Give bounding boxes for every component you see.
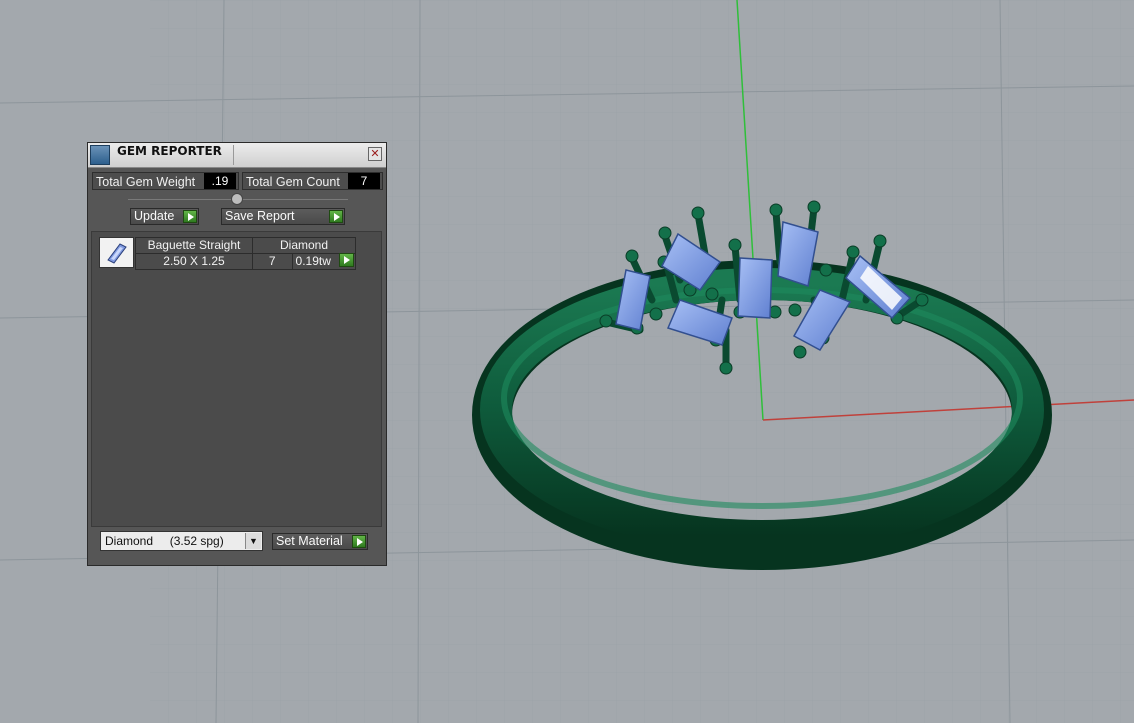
update-button[interactable]: Update (130, 208, 199, 225)
set-material-button-label: Set Material (276, 534, 343, 548)
gem-list[interactable]: Baguette Straight Diamond 2.50 X 1.25 7 … (91, 231, 382, 527)
gem-reporter-panel: GEM REPORTER ✕ Total Gem Weight .19 Tota… (87, 142, 387, 566)
title-bar[interactable]: GEM REPORTER ✕ (88, 143, 386, 168)
panel-splitter-handle[interactable] (231, 193, 243, 205)
gem-count-cell: 7 (252, 253, 293, 270)
chevron-down-icon[interactable]: ▼ (245, 533, 261, 549)
save-report-button-label: Save Report (225, 209, 295, 223)
update-button-label: Update (134, 209, 175, 223)
play-arrow-icon (352, 535, 366, 548)
gem-row-header: Baguette Straight Diamond (135, 237, 356, 254)
material-dropdown-value: Diamond (3.52 spg) (105, 534, 224, 548)
total-gem-count-value: 7 (348, 173, 380, 189)
totals-row: Total Gem Weight .19 Total Gem Count 7 (92, 172, 384, 191)
baguette-gem-icon (99, 237, 134, 268)
gem-row-detail: 2.50 X 1.25 7 0.19tw (135, 253, 357, 270)
gem-material-cell: Diamond (252, 237, 356, 254)
gem-row-table[interactable]: Baguette Straight Diamond 2.50 X 1.25 7 … (135, 237, 357, 270)
gem-size-cell: 2.50 X 1.25 (135, 253, 253, 270)
material-dropdown[interactable]: Diamond (3.52 spg) ▼ (100, 531, 263, 551)
set-material-button[interactable]: Set Material (272, 533, 368, 550)
close-icon[interactable]: ✕ (368, 147, 382, 161)
title-separator (233, 145, 234, 165)
panel-title: GEM REPORTER (117, 144, 222, 158)
play-arrow-icon (329, 210, 343, 223)
gem-reporter-app-icon (90, 145, 110, 165)
gem-row-select-arrow-icon[interactable] (339, 253, 354, 267)
gem-shape-cell: Baguette Straight (135, 237, 253, 254)
save-report-button[interactable]: Save Report (221, 208, 345, 225)
total-gem-weight-value: .19 (204, 173, 236, 189)
play-arrow-icon (183, 210, 197, 223)
